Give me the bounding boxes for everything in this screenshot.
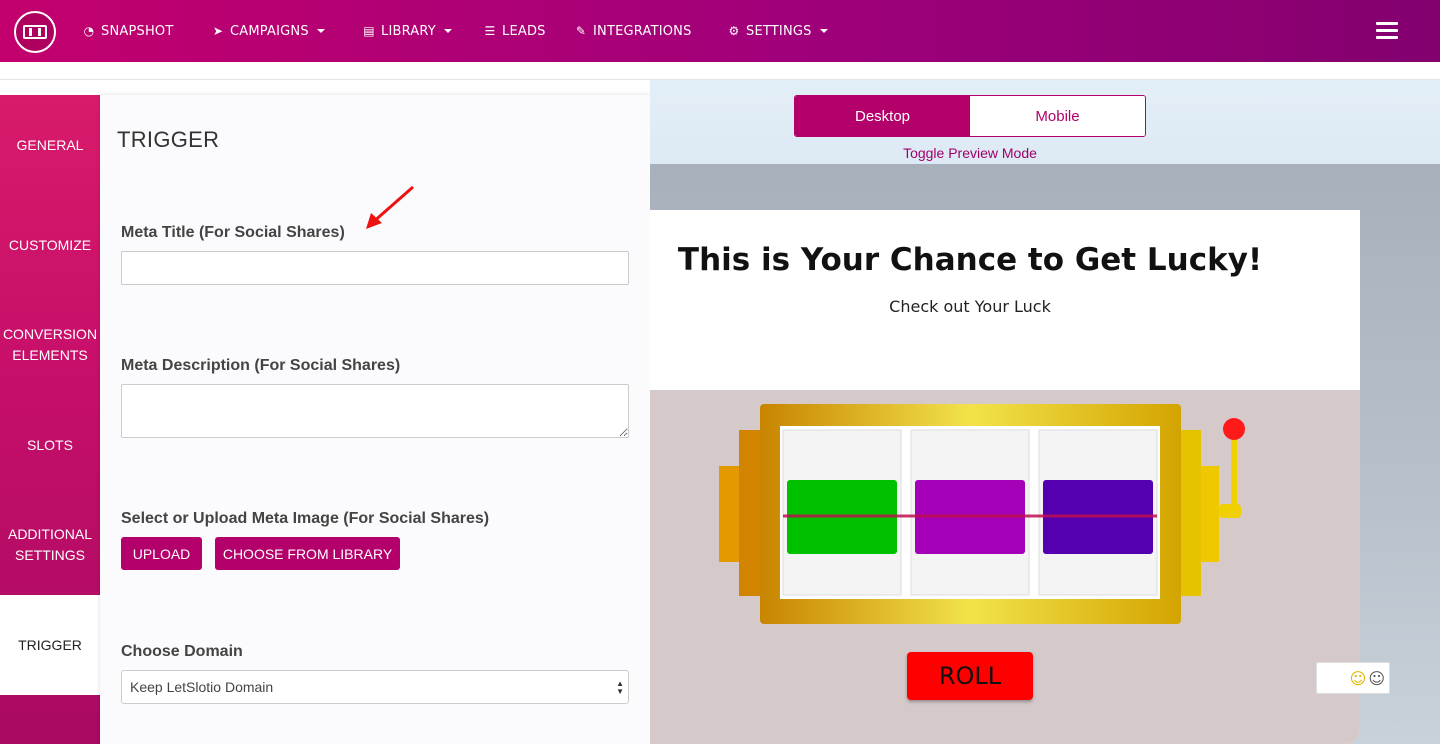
preview-header: This is Your Chance to Get Lucky! Check … <box>650 210 1360 390</box>
library-icon: ▤ <box>363 24 375 38</box>
domain-select-value: Keep LetSlotio Domain <box>130 679 274 695</box>
sidebar-item-customize[interactable]: CUSTOMIZE <box>0 195 100 295</box>
sub-header-bar <box>0 62 1440 80</box>
meta-title-label: Meta Title (For Social Shares) <box>121 224 345 241</box>
slot-side-panel <box>739 430 761 596</box>
meta-image-label: Select or Upload Meta Image (For Social … <box>121 510 490 527</box>
logo-icon <box>23 25 47 39</box>
slot-lever-base <box>1219 504 1241 518</box>
slot-side-panel <box>1201 466 1219 562</box>
dashboard-icon: ◔ <box>83 24 95 38</box>
paper-plane-icon: ➤ <box>212 24 224 38</box>
preview-mode-toggle: Desktop Mobile <box>794 95 1146 137</box>
nav-library[interactable]: ▤ LIBRARY <box>362 22 452 40</box>
roll-button[interactable]: ROLL <box>907 652 1033 700</box>
nav-settings[interactable]: ⚙ SETTINGS <box>727 22 828 40</box>
preview-subtitle: Check out Your Luck <box>889 297 1051 316</box>
slot-side-panel <box>1181 430 1201 596</box>
nav-library-label: LIBRARY <box>381 23 436 39</box>
sidebar-item-label: ADDITIONAL SETTINGS <box>7 526 92 563</box>
slot-machine-graphic <box>719 404 1245 624</box>
select-arrows-icon: ▲ ▼ <box>616 679 624 696</box>
choose-from-library-button[interactable]: CHOOSE FROM LIBRARY <box>215 537 400 570</box>
gears-icon: ⚙ <box>728 24 740 38</box>
hamburger-menu-icon[interactable] <box>1376 22 1398 40</box>
smiley-add-icon: ☺ <box>1349 668 1367 688</box>
mobile-toggle-button[interactable]: Mobile <box>970 96 1145 136</box>
list-icon: ☰ <box>484 24 496 38</box>
nav-leads-label: LEADS <box>502 23 546 39</box>
caret-down-icon <box>443 29 452 33</box>
red-arrow-annotation-icon <box>366 185 414 229</box>
settings-sidebar: GENERAL CUSTOMIZE CONVERSION ELEMENTS SL… <box>0 95 100 744</box>
sidebar-item-label: CUSTOMIZE <box>8 236 92 253</box>
domain-select[interactable]: Keep LetSlotio Domain ▲ ▼ <box>121 670 629 704</box>
nav-snapshot-label: SNAPSHOT <box>101 23 174 39</box>
nav-campaigns[interactable]: ➤ CAMPAIGNS <box>211 22 325 40</box>
caret-down-icon <box>819 29 828 33</box>
slot-side-panel <box>719 466 739 562</box>
sidebar-item-label: SLOTS <box>27 436 73 453</box>
meta-title-input[interactable] <box>121 251 629 285</box>
feedback-widget[interactable]: ☺ ☺ <box>1316 662 1390 694</box>
sidebar-item-label: GENERAL <box>16 136 84 153</box>
nav-integrations[interactable]: ✎ INTEGRATIONS <box>574 22 692 40</box>
nav-campaigns-label: CAMPAIGNS <box>230 23 309 39</box>
nav-integrations-label: INTEGRATIONS <box>593 23 692 39</box>
sidebar-item-additional-settings[interactable]: ADDITIONAL SETTINGS <box>0 495 100 595</box>
preview-title: This is Your Chance to Get Lucky! <box>677 242 1263 278</box>
sidebar-item-label: CONVERSION ELEMENTS <box>2 326 98 363</box>
app-logo[interactable] <box>14 11 56 53</box>
slot-lever-arm <box>1231 438 1237 514</box>
panel-title: TRIGGER <box>117 127 220 152</box>
sidebar-item-general[interactable]: GENERAL <box>0 95 100 195</box>
choose-domain-label: Choose Domain <box>121 643 243 660</box>
toggle-preview-caption: Toggle Preview Mode <box>903 145 1037 161</box>
nav-snapshot[interactable]: ◔ SNAPSHOT <box>82 22 174 40</box>
meta-description-label: Meta Description (For Social Shares) <box>121 357 401 374</box>
sidebar-item-label: TRIGGER <box>18 636 82 653</box>
top-navbar: ◔ SNAPSHOT ➤ CAMPAIGNS ▤ LIBRARY ☰ LEADS… <box>0 0 1440 62</box>
plug-icon: ✎ <box>575 24 587 38</box>
meta-description-textarea[interactable] <box>121 384 629 438</box>
smiley-icon: ☺ <box>1368 668 1385 688</box>
nav-settings-label: SETTINGS <box>746 23 812 39</box>
sidebar-item-slots[interactable]: SLOTS <box>0 395 100 495</box>
sidebar-item-conversion-elements[interactable]: CONVERSION ELEMENTS <box>0 295 100 395</box>
lever-knob-icon <box>1223 418 1245 440</box>
nav-leads[interactable]: ☰ LEADS <box>483 22 546 40</box>
sidebar-item-trigger[interactable]: TRIGGER <box>0 595 100 695</box>
upload-button[interactable]: UPLOAD <box>121 537 202 570</box>
caret-down-icon <box>316 29 325 33</box>
desktop-toggle-button[interactable]: Desktop <box>795 96 970 136</box>
